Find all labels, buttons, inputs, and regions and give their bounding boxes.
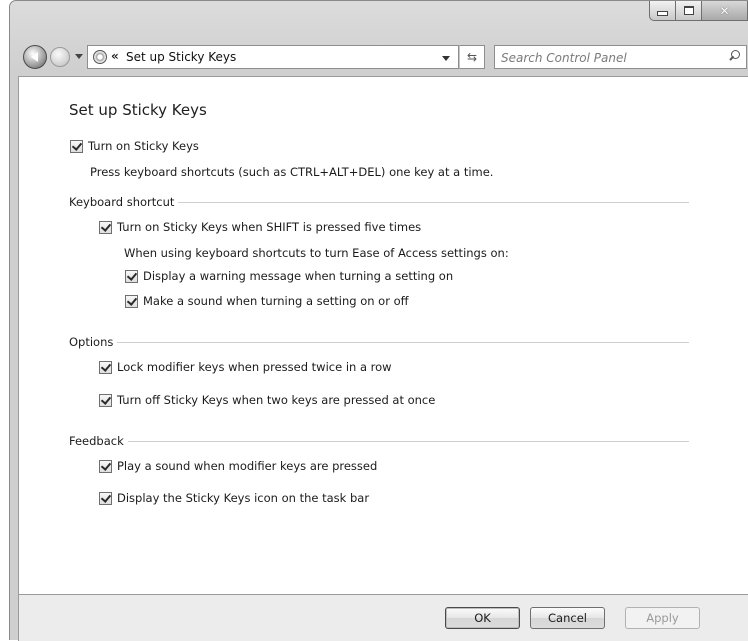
minimize-icon <box>657 11 668 16</box>
shift-five-times-option[interactable]: Turn on Sticky Keys when SHIFT is presse… <box>99 220 421 234</box>
caption-buttons: ✕ <box>649 1 748 23</box>
search-box[interactable] <box>494 45 747 69</box>
breadcrumb-current[interactable]: Set up Sticky Keys <box>126 50 236 64</box>
button-footer: OK Cancel Apply <box>18 595 748 641</box>
maximize-button[interactable] <box>676 1 702 21</box>
play-sound-option[interactable]: Play a sound when modifier keys are pres… <box>99 459 377 473</box>
minimize-button[interactable] <box>649 1 676 21</box>
group-divider <box>178 201 689 203</box>
turn-off-two-keys-option[interactable]: Turn off Sticky Keys when two keys are p… <box>99 393 435 407</box>
turn-on-sticky-keys-checkbox[interactable] <box>70 139 83 153</box>
shift-five-times-label: Turn on Sticky Keys when SHIFT is presse… <box>117 220 422 234</box>
back-button[interactable] <box>23 45 47 69</box>
taskbar-icon-checkbox[interactable] <box>99 491 112 505</box>
recent-pages-dropdown-icon[interactable] <box>75 54 83 59</box>
turn-off-two-keys-checkbox[interactable] <box>99 393 112 407</box>
play-sound-label: Play a sound when modifier keys are pres… <box>117 459 378 473</box>
options-group-header: Options <box>69 335 689 349</box>
play-sound-checkbox[interactable] <box>99 459 112 473</box>
search-icon[interactable] <box>729 50 740 61</box>
address-bar[interactable]: « Set up Sticky Keys <box>87 45 459 69</box>
breadcrumb-overflow-icon[interactable]: « <box>111 49 119 63</box>
options-header-label: Options <box>69 335 114 349</box>
make-sound-checkbox[interactable] <box>125 294 138 308</box>
keyboard-shortcut-header-label: Keyboard shortcut <box>69 195 175 209</box>
keyboard-shortcut-group-header: Keyboard shortcut <box>69 195 689 209</box>
maximize-icon <box>683 6 694 15</box>
make-sound-option[interactable]: Make a sound when turning a setting on o… <box>125 294 409 308</box>
lock-modifier-label: Lock modifier keys when pressed twice in… <box>117 360 392 374</box>
address-dropdown-icon[interactable] <box>442 56 450 61</box>
control-panel-window: ✕ « Set up Sticky Keys ⇆ Set up Sticky K… <box>9 0 748 641</box>
feedback-header-label: Feedback <box>69 434 124 448</box>
make-sound-label: Make a sound when turning a setting on o… <box>143 294 409 308</box>
feedback-group-header: Feedback <box>69 434 689 448</box>
lock-modifier-option[interactable]: Lock modifier keys when pressed twice in… <box>99 360 392 374</box>
turn-off-two-keys-label: Turn off Sticky Keys when two keys are p… <box>117 393 436 407</box>
warning-message-label: Display a warning message when turning a… <box>143 269 454 283</box>
ease-of-access-description: When using keyboard shortcuts to turn Ea… <box>124 246 509 260</box>
warning-message-checkbox[interactable] <box>125 269 138 283</box>
lock-modifier-checkbox[interactable] <box>99 360 112 374</box>
apply-button[interactable]: Apply <box>625 607 700 629</box>
sticky-keys-description: Press keyboard shortcuts (such as CTRL+A… <box>90 165 494 179</box>
close-icon: ✕ <box>719 3 730 18</box>
group-divider <box>127 440 689 442</box>
shift-five-times-checkbox[interactable] <box>99 220 112 234</box>
page-title: Set up Sticky Keys <box>69 101 207 119</box>
ok-button[interactable]: OK <box>445 607 520 629</box>
back-arrow-icon <box>30 52 38 62</box>
refresh-button[interactable]: ⇆ <box>459 45 485 69</box>
group-divider <box>117 341 689 343</box>
forward-button[interactable] <box>50 47 70 67</box>
warning-message-option[interactable]: Display a warning message when turning a… <box>125 269 453 283</box>
turn-on-sticky-keys-option[interactable]: Turn on Sticky Keys <box>70 139 199 153</box>
close-button[interactable]: ✕ <box>702 1 748 21</box>
refresh-icon: ⇆ <box>466 50 478 64</box>
content-pane: Set up Sticky Keys Turn on Sticky Keys P… <box>18 76 748 595</box>
search-input[interactable] <box>499 48 718 68</box>
navigation-bar: « Set up Sticky Keys ⇆ <box>18 38 748 74</box>
taskbar-icon-label: Display the Sticky Keys icon on the task… <box>117 491 370 505</box>
cancel-button[interactable]: Cancel <box>530 607 605 629</box>
control-panel-icon <box>93 50 107 64</box>
turn-on-sticky-keys-label: Turn on Sticky Keys <box>88 139 199 153</box>
taskbar-icon-option[interactable]: Display the Sticky Keys icon on the task… <box>99 491 369 505</box>
